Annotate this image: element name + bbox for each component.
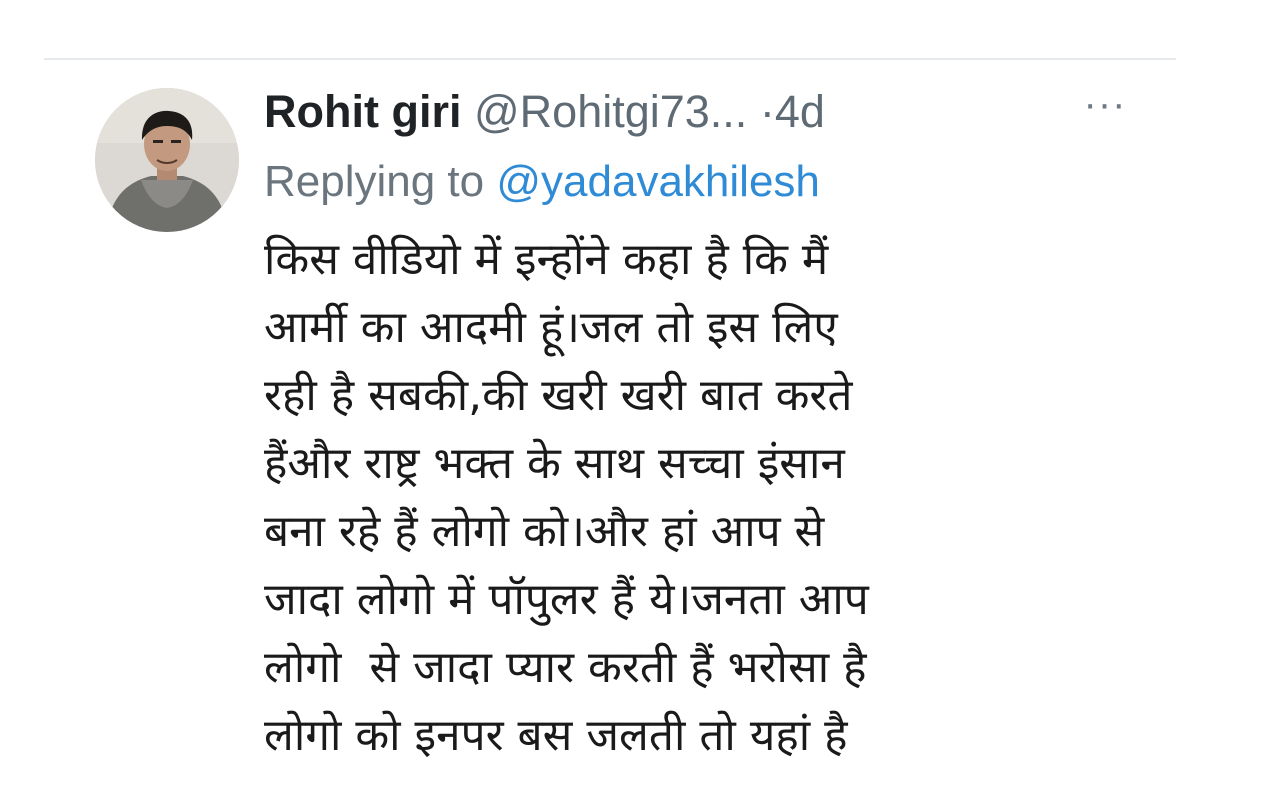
tweet-time[interactable]: 4d xyxy=(775,86,825,137)
tweet-header: Rohit giri @Rohitgi73... ·4d xyxy=(264,82,1144,142)
tweet-page: Rohit giri @Rohitgi73... ·4d ··· Replyin… xyxy=(0,0,1280,786)
tweet-text: किस वीडियो में इन्होंने कहा है कि मैं आर… xyxy=(264,226,1164,770)
mention-link[interactable]: @yadavakhilesh xyxy=(496,157,820,206)
tweet-text-line: लोगो से जादा प्यार करती हैं भरोसा है xyxy=(264,642,867,693)
tweet-text-line: आर्मी का आदमी हूं।जल तो इस लिए xyxy=(264,302,838,353)
author-handle[interactable]: @Rohitgi73... xyxy=(474,86,747,137)
tweet-text-line: रही है सबकी,की खरी खरी बात करते xyxy=(264,370,853,421)
replying-to: Replying to @yadavakhilesh xyxy=(264,152,820,212)
tweet-text-line: हैंऔर राष्ट्र भक्त के साथ सच्चा इंसान xyxy=(264,438,845,489)
tweet-text-line: जादा लोगो में पॉपुलर हैं ये।जनता आप xyxy=(264,574,869,625)
tweet-text-line: बना रहे हैं लोगो को।और हां आप से xyxy=(264,506,825,557)
meta-separator: · xyxy=(759,86,775,137)
more-horizontal-icon[interactable]: ··· xyxy=(1075,82,1135,142)
avatar-photo xyxy=(95,88,239,232)
tweet-text-line: किस वीडियो में इन्होंने कहा है कि मैं xyxy=(264,234,829,285)
author-name[interactable]: Rohit giri xyxy=(264,86,461,137)
tweet[interactable]: Rohit giri @Rohitgi73... ·4d ··· Replyin… xyxy=(0,60,1280,786)
avatar[interactable] xyxy=(95,88,239,232)
tweet-text-line: लोगो को इनपर बस जलती तो यहां है xyxy=(264,710,848,761)
replying-prefix: Replying to xyxy=(264,157,485,206)
